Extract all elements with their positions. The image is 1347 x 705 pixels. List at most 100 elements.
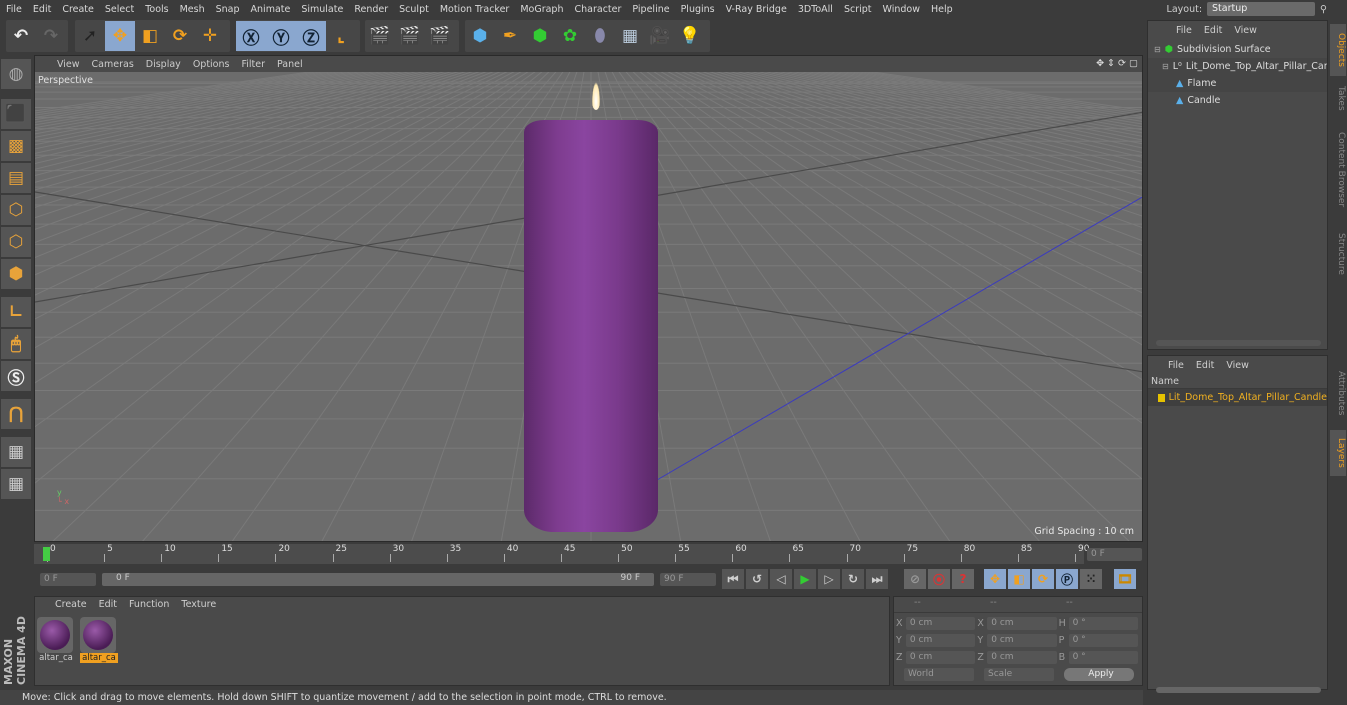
points-mode-icon[interactable]: ⬡ [1, 195, 31, 225]
side-tab-takes[interactable]: Takes [1330, 78, 1346, 118]
axis-mode-icon[interactable]: ∟ [1, 297, 31, 327]
move-tool-icon[interactable]: ✥ [105, 21, 135, 51]
floor-icon[interactable]: ▦ [615, 21, 645, 51]
menu-script[interactable]: Script [844, 4, 872, 15]
timeline-ruler[interactable]: 0 5 10 15 20 25 30 35 40 45 50 55 60 65 70 75 80 85 90 [34, 544, 1089, 564]
side-tab-structure[interactable]: Structure [1330, 222, 1346, 286]
menu-animate[interactable]: Animate [251, 4, 291, 15]
object-mode-icon[interactable]: ⬛ [1, 99, 31, 129]
end-frame-field[interactable]: 90 F [660, 573, 716, 586]
redo-icon[interactable]: ↷ [36, 21, 66, 51]
search-icon[interactable]: ⚲ [1320, 4, 1327, 15]
render-picture-viewer-icon[interactable]: 🎬 [395, 21, 425, 51]
menu-v-ray-bridge[interactable]: V-Ray Bridge [726, 4, 787, 15]
key-param-icon[interactable]: Ⓟ [1056, 569, 1078, 589]
menu-simulate[interactable]: Simulate [301, 4, 343, 15]
light-icon[interactable]: 💡 [675, 21, 705, 51]
layer-scrollbar[interactable] [1156, 687, 1321, 693]
layer-menu-edit[interactable]: Edit [1196, 360, 1214, 376]
material-menu-function[interactable]: Function [129, 599, 169, 613]
model-mode-icon[interactable]: ◍ [1, 59, 31, 89]
object-menu-view[interactable]: View [1234, 25, 1257, 41]
undo-icon[interactable]: ↶ [6, 21, 36, 51]
cube-icon[interactable]: ⬢ [465, 21, 495, 51]
loop-icon[interactable]: ↻ [842, 569, 864, 589]
side-tab-objects[interactable]: Objects [1330, 24, 1346, 76]
object-item[interactable]: ⊟ ⬢ Subdivision Surface [1148, 41, 1327, 58]
viewport-menu-filter[interactable]: Filter [241, 59, 265, 70]
viewport-menu-view[interactable]: View [57, 59, 80, 70]
collapse-icon[interactable]: ⊟ [1162, 62, 1169, 71]
scale-tool-icon[interactable]: ◧ [135, 21, 165, 51]
menu-3dtoall[interactable]: 3DToAll [798, 4, 833, 15]
menu-file[interactable]: File [6, 4, 22, 15]
object-item[interactable]: ⊟ L⁰ Lit_Dome_Top_Altar_Pillar_Candl [1148, 58, 1327, 75]
object-menu-file[interactable]: File [1176, 25, 1192, 41]
object-scrollbar[interactable] [1156, 340, 1321, 346]
coord-field[interactable]: 0 ° [1068, 651, 1138, 664]
menu-pipeline[interactable]: Pipeline [632, 4, 669, 15]
viewport-menu-cameras[interactable]: Cameras [92, 59, 134, 70]
viewport-menu-options[interactable]: Options [193, 59, 230, 70]
key-position-icon[interactable]: ✥ [984, 569, 1006, 589]
menu-character[interactable]: Character [574, 4, 621, 15]
coord-field[interactable]: 0 cm [987, 651, 1057, 664]
apply-button[interactable]: Apply [1064, 668, 1134, 681]
key-rotation-icon[interactable]: ⟳ [1032, 569, 1054, 589]
timeline-icon[interactable]: 🎞 [1114, 569, 1136, 589]
menu-create[interactable]: Create [62, 4, 94, 15]
material-menu-edit[interactable]: Edit [99, 599, 117, 613]
menu-mesh[interactable]: Mesh [180, 4, 205, 15]
record-icon[interactable]: ⦿ [928, 569, 950, 589]
coordinate-system-icon[interactable]: ⌞ [326, 21, 356, 51]
coord-mode-dropdown[interactable]: World [904, 668, 974, 681]
coord-field[interactable]: 0 cm [987, 617, 1057, 630]
coord-field[interactable]: 0 cm [987, 634, 1057, 647]
texture-mode-icon[interactable]: ▩ [1, 131, 31, 161]
camera-icon[interactable]: 🎥 [645, 21, 675, 51]
edges-mode-icon[interactable]: ⬡ [1, 227, 31, 257]
menu-window[interactable]: Window [883, 4, 920, 15]
prev-frame-icon[interactable]: ◁ [770, 569, 792, 589]
motion-path-icon[interactable]: ⊘ [904, 569, 926, 589]
key-scale-icon[interactable]: ◧ [1008, 569, 1030, 589]
workplane-icon[interactable]: ▤ [1, 163, 31, 193]
object-item[interactable]: ▲ Candle [1148, 92, 1327, 109]
prev-key-icon[interactable]: ↺ [746, 569, 768, 589]
material-item[interactable]: altar_ca [80, 617, 118, 663]
autokey-icon[interactable]: ? [952, 569, 974, 589]
viewport-nav-icons[interactable]: ✥ ⇕ ⟳ ▢ [1096, 58, 1138, 69]
coord-field[interactable]: 0 cm [905, 634, 976, 647]
range-slider[interactable]: 0 F 90 F [102, 573, 654, 586]
material-menu-create[interactable]: Create [55, 599, 87, 613]
layer-item[interactable]: Lit_Dome_Top_Altar_Pillar_Candle [1148, 389, 1327, 406]
menu-sculpt[interactable]: Sculpt [399, 4, 429, 15]
deformer-icon[interactable]: ⬮ [585, 21, 615, 51]
coord-field[interactable]: 0 ° [1068, 617, 1138, 630]
material-item[interactable]: altar_ca [37, 617, 75, 663]
subdivision-icon[interactable]: ⬢ [525, 21, 555, 51]
key-pla-icon[interactable]: ⁙ [1080, 569, 1102, 589]
viewport-menu-display[interactable]: Display [146, 59, 181, 70]
layout-selector[interactable]: Layout: Startup ⚲ [1167, 2, 1327, 16]
select-tool-icon[interactable]: ➚ [75, 21, 105, 51]
start-frame-field[interactable]: 0 F [40, 573, 96, 586]
go-to-start-icon[interactable]: ⏮ [722, 569, 744, 589]
rotate-tool-icon[interactable]: ⟳ [165, 21, 195, 51]
z-axis-icon[interactable]: Ⓩ [296, 21, 326, 51]
layer-menu-view[interactable]: View [1226, 360, 1249, 376]
candle-object[interactable] [524, 120, 658, 532]
collapse-icon[interactable]: ⊟ [1154, 45, 1161, 54]
menu-select[interactable]: Select [105, 4, 134, 15]
viewport[interactable]: View Cameras Display Options Filter Panel ✥ ⇕… [34, 55, 1143, 542]
menu-render[interactable]: Render [354, 4, 388, 15]
side-tab-attributes[interactable]: Attributes [1330, 358, 1346, 428]
polygons-mode-icon[interactable]: ⬢ [1, 259, 31, 289]
playhead[interactable] [43, 547, 50, 561]
menu-plugins[interactable]: Plugins [681, 4, 715, 15]
side-tab-layers[interactable]: Layers [1330, 430, 1346, 476]
render-settings-icon[interactable]: 🎬 [425, 21, 455, 51]
menu-motion-tracker[interactable]: Motion Tracker [440, 4, 510, 15]
transform-tool-icon[interactable]: ✛ [195, 21, 225, 51]
lock-workplane-icon[interactable]: ▦ [1, 437, 31, 467]
